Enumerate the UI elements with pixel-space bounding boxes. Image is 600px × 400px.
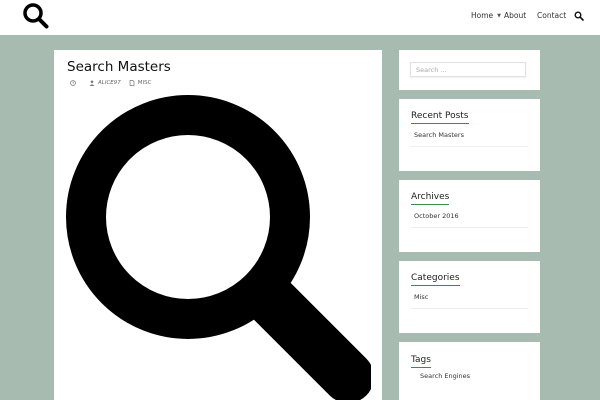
post-author[interactable]: ALICE97 <box>89 80 121 86</box>
categories-title: Categories <box>411 273 460 286</box>
divider <box>411 146 528 147</box>
nav-contact[interactable]: Contact <box>537 11 566 20</box>
category-link[interactable]: Misc <box>414 293 428 301</box>
file-icon <box>129 80 135 86</box>
recent-post-link[interactable]: Search Masters <box>414 131 464 139</box>
search-input[interactable] <box>410 62 526 77</box>
archive-link[interactable]: October 2016 <box>414 212 459 220</box>
site-header: Home ▼ About Contact <box>0 0 600 35</box>
nav-about-label: About <box>504 11 527 20</box>
nav-home[interactable]: Home ▼ <box>471 11 501 20</box>
post-category-name: MISC <box>137 80 152 86</box>
tags-widget: Tags Search Engines <box>399 342 540 400</box>
post-date[interactable] <box>70 80 79 86</box>
archives-widget: Archives October 2016 <box>399 180 540 252</box>
tag-link[interactable]: Search Engines <box>420 372 470 380</box>
post-meta: ALICE97 MISC <box>70 80 151 86</box>
nav-contact-label: Contact <box>537 11 567 20</box>
chevron-down-icon: ▼ <box>497 12 502 19</box>
categories-widget: Categories Misc <box>399 261 540 333</box>
tags-title: Tags <box>411 355 431 368</box>
site-logo-magnifier-icon[interactable] <box>22 2 50 30</box>
search-icon[interactable] <box>574 11 584 21</box>
archives-title: Archives <box>411 192 450 205</box>
nav-home-label: Home <box>471 11 494 20</box>
search-widget <box>399 50 540 90</box>
recent-posts-title: Recent Posts <box>411 111 469 124</box>
clock-icon <box>70 80 76 86</box>
nav-about[interactable]: About <box>504 11 526 20</box>
divider <box>411 308 528 309</box>
divider <box>411 227 528 228</box>
post-title[interactable]: Search Masters <box>67 59 171 75</box>
post-author-name: ALICE97 <box>98 80 121 86</box>
recent-posts-widget: Recent Posts Search Masters <box>399 99 540 171</box>
post-category[interactable]: MISC <box>129 80 152 86</box>
post-article: Search Masters ALICE97 MISC <box>54 50 382 400</box>
user-icon <box>89 80 95 86</box>
magnifier-icon <box>66 95 371 400</box>
